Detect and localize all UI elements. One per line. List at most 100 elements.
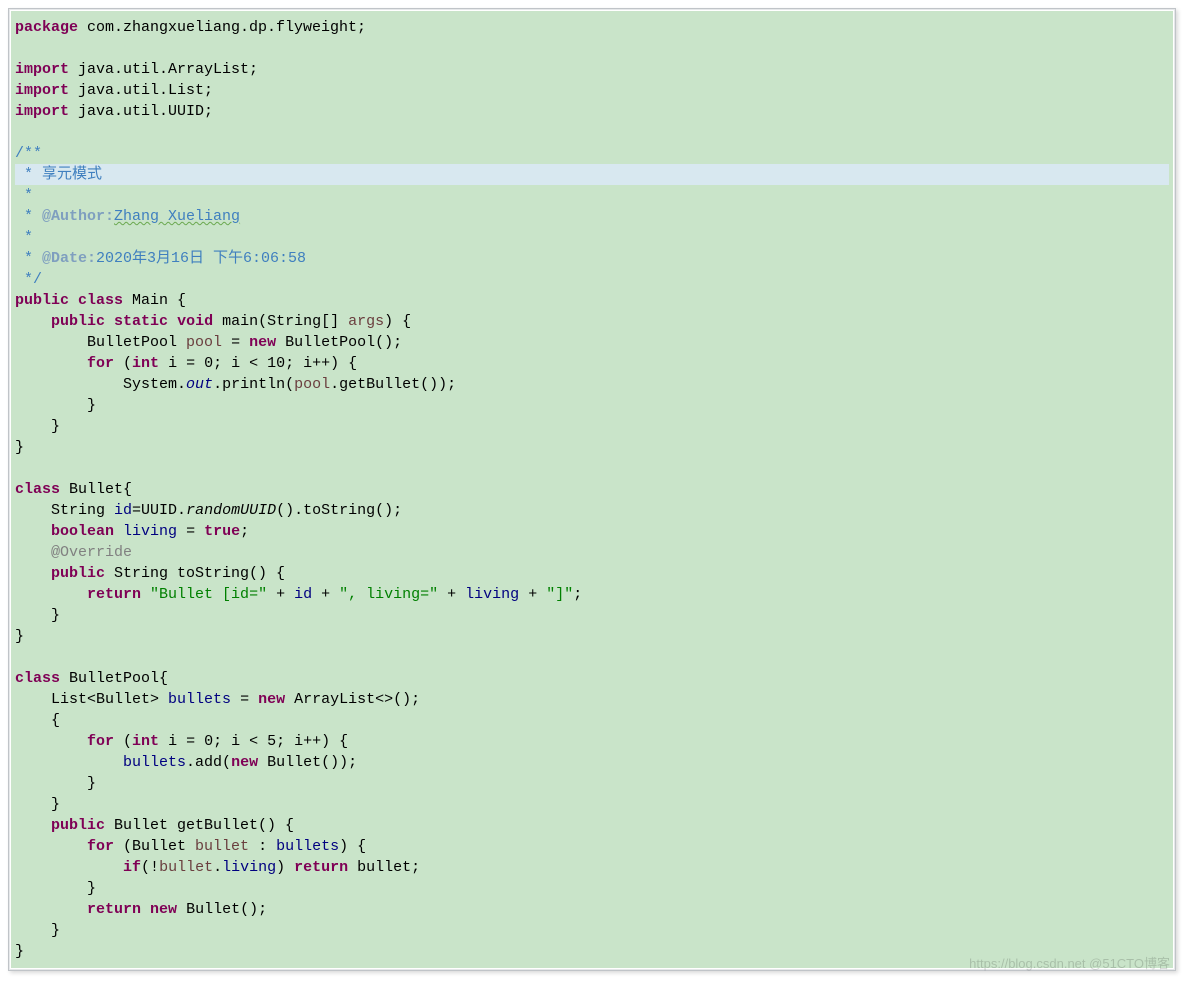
bullet-var: bullet [195, 838, 249, 855]
str-lit-2: ", living=" [339, 586, 438, 603]
for-open: ( [114, 733, 132, 750]
plus: + [267, 586, 294, 603]
brace-close: } [87, 397, 96, 414]
kw-public: public [51, 565, 105, 582]
bp-ctor: BulletPool(); [276, 334, 402, 351]
watermark: https://blog.csdn.net @51CTO博客 [8, 953, 1176, 974]
arraylist-ctor: ArrayList<>(); [285, 691, 420, 708]
code-frame: package com.zhangxueliang.dp.flyweight; … [8, 8, 1176, 971]
plus: + [312, 586, 339, 603]
str-lit-1: "Bullet [id=" [150, 586, 267, 603]
kw-import: import [15, 61, 69, 78]
kw-if: if [123, 859, 141, 876]
annotation-override: @Override [51, 544, 132, 561]
brace-close: } [51, 418, 60, 435]
string-type: String [51, 502, 114, 519]
getbullet-call: .getBullet()); [330, 376, 456, 393]
living-ref: living [222, 859, 276, 876]
main-sig-close: ) { [384, 313, 411, 330]
kw-new: new [258, 691, 285, 708]
kw-public: public [51, 313, 105, 330]
class-main: Main { [123, 292, 186, 309]
id-ref: id [294, 586, 312, 603]
id-field: id [114, 502, 132, 519]
main-sig: main(String[] [213, 313, 348, 330]
javadoc-date: 2020年3月16日 下午6:06:58 [96, 250, 306, 267]
kw-return: return [87, 901, 141, 918]
kw-for: for [87, 355, 114, 372]
eq: = [231, 691, 258, 708]
javadoc-star: * [15, 187, 33, 204]
bullet-ctor: Bullet()); [258, 754, 357, 771]
kw-class: class [15, 670, 60, 687]
living-ref: living [465, 586, 519, 603]
kw-new: new [150, 901, 177, 918]
main-args: args [348, 313, 384, 330]
class-bullet: Bullet{ [60, 481, 132, 498]
bullet-ref: bullet [159, 859, 213, 876]
eq: = [222, 334, 249, 351]
kw-int: int [132, 733, 159, 750]
import-1: java.util.ArrayList; [69, 61, 258, 78]
bullets-add: .add( [186, 754, 231, 771]
id-assign2: ().toString(); [276, 502, 402, 519]
javadoc-star: * [15, 208, 42, 225]
randomuuid: randomUUID [186, 502, 276, 519]
javadoc-desc: * 享元模式 [15, 166, 102, 183]
semicolon: ; [573, 586, 582, 603]
javadoc-author-tag: @Author: [42, 208, 114, 225]
for5-body: i = 0; i < 5; i++) { [159, 733, 348, 750]
kw-class: class [15, 481, 60, 498]
pkg-name: com.zhangxueliang.dp.flyweight; [78, 19, 366, 36]
kw-new: new [231, 754, 258, 771]
foreach-2: : [249, 838, 276, 855]
import-3: java.util.UUID; [69, 103, 213, 120]
if-cond2: . [213, 859, 222, 876]
brace-close: } [51, 607, 60, 624]
kw-int: int [132, 355, 159, 372]
brace-close: } [87, 775, 96, 792]
bullets-field: bullets [168, 691, 231, 708]
ret-new-bullet: Bullet(); [177, 901, 267, 918]
kw-for: for [87, 733, 114, 750]
for-open: ( [114, 355, 132, 372]
ret-bullet: bullet; [348, 859, 420, 876]
sysout1: System. [123, 376, 186, 393]
pool-ref: pool [294, 376, 330, 393]
if-cond1: (! [141, 859, 159, 876]
javadoc-star: * [15, 229, 33, 246]
if-cond3: ) [276, 859, 294, 876]
sysout2: .println( [213, 376, 294, 393]
kw-for: for [87, 838, 114, 855]
brace-close: } [15, 628, 24, 645]
javadoc-date-tag: @Date: [42, 250, 96, 267]
class-bulletpool: BulletPool{ [60, 670, 168, 687]
javadoc-star: * [15, 250, 42, 267]
bullets-ref: bullets [276, 838, 339, 855]
living-field: living [123, 523, 177, 540]
import-2: java.util.List; [69, 82, 213, 99]
plus: + [519, 586, 546, 603]
kw-import: import [15, 103, 69, 120]
kw-import: import [15, 82, 69, 99]
kw-void: void [177, 313, 213, 330]
brace-close: } [51, 922, 60, 939]
kw-new: new [249, 334, 276, 351]
foreach-1: (Bullet [114, 838, 195, 855]
kw-package: package [15, 19, 78, 36]
for-body: i = 0; i < 10; i++) { [159, 355, 357, 372]
tostring-sig: String toString() { [105, 565, 285, 582]
kw-return: return [87, 586, 141, 603]
foreach-3: ) { [339, 838, 366, 855]
getbullet-sig: Bullet getBullet() { [105, 817, 294, 834]
brace-close: } [15, 439, 24, 456]
bp-type: BulletPool [87, 334, 186, 351]
out-field: out [186, 376, 213, 393]
id-assign1: =UUID. [132, 502, 186, 519]
semicolon: ; [240, 523, 249, 540]
str-lit-3: "]" [546, 586, 573, 603]
kw-public: public [51, 817, 105, 834]
javadoc-author: Zhang Xueliang [114, 208, 240, 225]
kw-class: class [78, 292, 123, 309]
brace-open: { [51, 712, 60, 729]
